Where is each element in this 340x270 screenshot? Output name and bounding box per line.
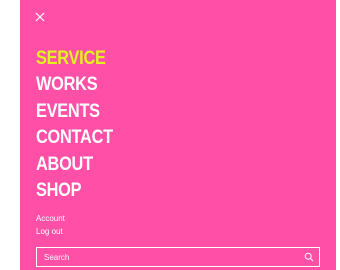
account-links: Account Log out: [36, 212, 65, 238]
nav-item-events[interactable]: EVENTS: [36, 99, 113, 125]
account-link[interactable]: Account: [36, 212, 65, 225]
main-nav: SERVICE WORKS EVENTS CONTACT ABOUT SHOP: [36, 46, 125, 204]
close-icon: [35, 12, 45, 22]
nav-item-service[interactable]: SERVICE: [36, 46, 113, 72]
mobile-menu-panel: SERVICE WORKS EVENTS CONTACT ABOUT SHOP …: [20, 0, 336, 270]
nav-item-shop[interactable]: SHOP: [36, 178, 113, 204]
nav-item-about[interactable]: ABOUT: [36, 152, 113, 178]
logout-link[interactable]: Log out: [36, 225, 65, 238]
close-button[interactable]: [33, 10, 47, 24]
search-input[interactable]: [37, 248, 297, 266]
nav-item-contact[interactable]: CONTACT: [36, 125, 113, 151]
search-box: [36, 247, 320, 267]
nav-item-works[interactable]: WORKS: [36, 72, 113, 98]
search-icon[interactable]: [304, 252, 314, 262]
